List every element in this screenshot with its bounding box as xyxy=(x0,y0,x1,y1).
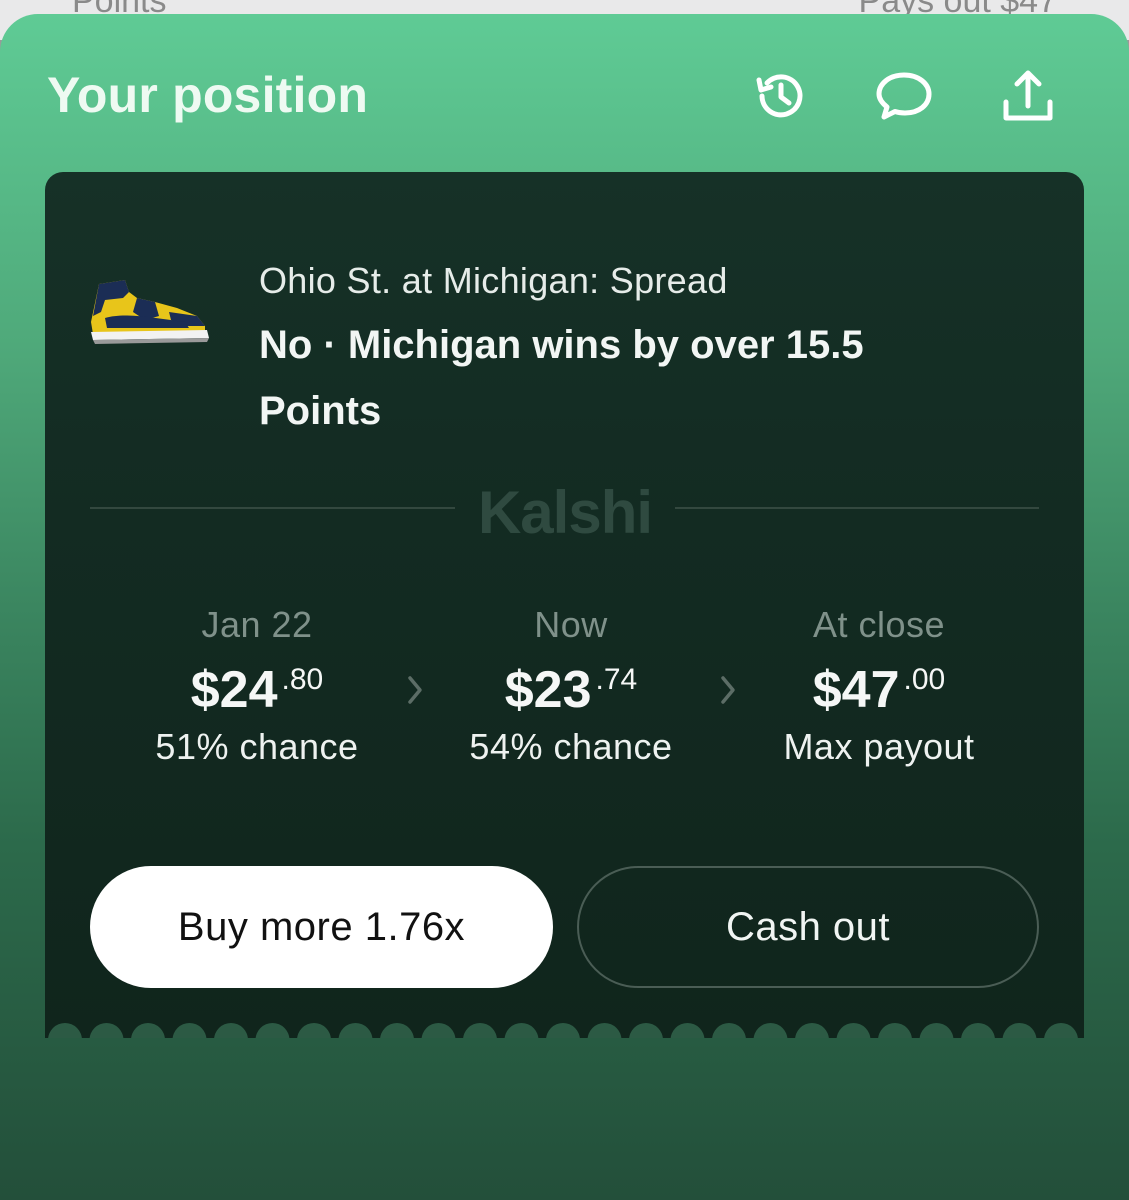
scallop xyxy=(546,1023,580,1038)
scallop xyxy=(297,1023,331,1038)
brand-logo: Kalshi xyxy=(477,479,653,546)
stat-cents: .00 xyxy=(903,663,946,696)
scallop xyxy=(504,1023,539,1038)
stat-sub: Max payout xyxy=(783,726,975,767)
scallop xyxy=(795,1023,829,1038)
stat-sub: 54% chance xyxy=(469,726,673,767)
scallop xyxy=(421,1023,456,1038)
comment-icon[interactable] xyxy=(872,66,936,126)
stat-entry: Jan 22 $24.80 51% chance xyxy=(107,604,407,768)
stat-price: $24.80 xyxy=(107,660,407,720)
market-subtitle: Ohio St. at Michigan: Spread xyxy=(259,260,728,301)
scallop xyxy=(380,1023,414,1038)
position-sheet: Your position Ohio St. at Michigan: Spre… xyxy=(0,14,1129,1200)
stat-dollars: $23 xyxy=(504,661,592,719)
scallop xyxy=(89,1023,124,1038)
ticket-edge xyxy=(48,1023,1078,1038)
stat-label: Jan 22 xyxy=(201,604,313,645)
cash-out-button[interactable]: Cash out xyxy=(577,866,1039,988)
scallop xyxy=(48,1023,82,1038)
scallop xyxy=(587,1023,622,1038)
scallop xyxy=(919,1023,954,1038)
divider xyxy=(675,507,1039,509)
scallop xyxy=(712,1023,746,1038)
scallop xyxy=(836,1023,871,1038)
divider xyxy=(90,507,455,509)
stat-price: $47.00 xyxy=(729,660,1029,720)
scallop xyxy=(463,1023,497,1038)
market-title: No · Michigan wins by over 15.5 Points xyxy=(259,323,864,433)
scallop xyxy=(172,1023,207,1038)
stat-label: At close xyxy=(812,604,946,645)
scallop xyxy=(753,1023,788,1038)
scallop xyxy=(338,1023,373,1038)
scallop xyxy=(131,1023,165,1038)
share-icon[interactable] xyxy=(996,66,1060,126)
scallop xyxy=(214,1023,248,1038)
stat-price: $23.74 xyxy=(421,660,721,720)
stat-cents: .80 xyxy=(281,663,324,696)
stat-dollars: $24 xyxy=(190,661,278,719)
sheet-title: Your position xyxy=(47,67,369,123)
stat-label: Now xyxy=(534,604,608,645)
stat-now: Now $23.74 54% chance xyxy=(421,604,721,768)
scallop xyxy=(255,1023,290,1038)
buy-more-button[interactable]: Buy more 1.76x xyxy=(90,866,553,988)
scallop xyxy=(1044,1023,1078,1038)
scallop xyxy=(878,1023,912,1038)
scallop xyxy=(629,1023,663,1038)
position-card: Ohio St. at Michigan: Spread No · Michig… xyxy=(45,172,1084,1038)
stat-sub: 51% chance xyxy=(155,726,359,767)
history-icon[interactable] xyxy=(748,66,812,126)
scallop xyxy=(961,1023,995,1038)
stat-dollars: $47 xyxy=(812,661,900,719)
scallop xyxy=(670,1023,705,1038)
scallop xyxy=(1002,1023,1037,1038)
sneaker-icon xyxy=(91,280,209,344)
stat-close: At close $47.00 Max payout xyxy=(729,604,1029,768)
stat-cents: .74 xyxy=(595,663,638,696)
